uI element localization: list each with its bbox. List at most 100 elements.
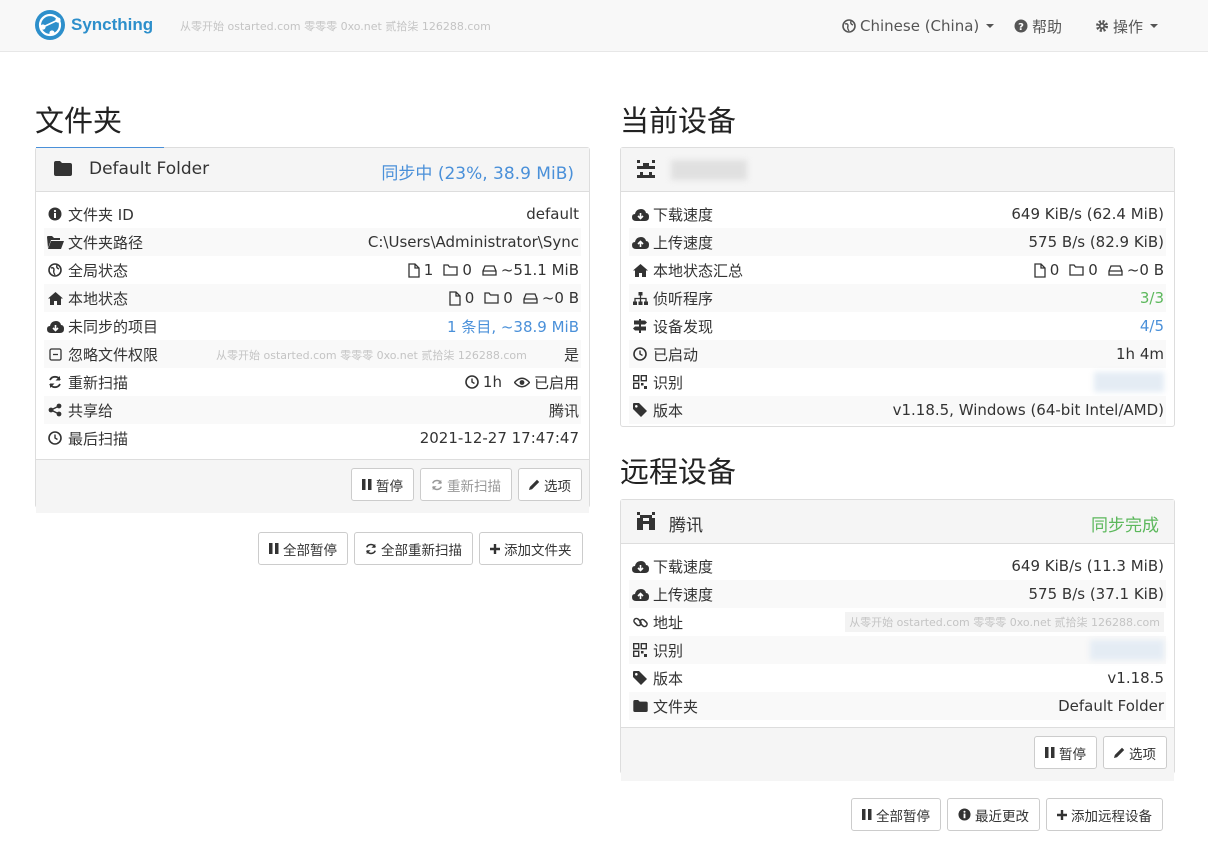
row-label: 下载速度 [653,557,714,576]
remote-device-footer: 暂停 选项 [621,727,1174,781]
actions-dropdown[interactable]: 操作 [1095,0,1159,52]
size-value: ~0 B [541,289,579,307]
pause-device-button[interactable]: 暂停 [1034,736,1097,769]
minus-square-icon [44,347,66,361]
uptime-value: 1h 4m [1116,345,1164,363]
button-label: 选项 [544,478,571,495]
remote-device-name: 腾讯 [669,516,703,536]
row-label: 最后扫描 [68,429,129,448]
device-id-redacted [1090,640,1164,660]
identification-row: 识别 [629,368,1166,396]
add-device-button[interactable]: 添加远程设备 [1046,798,1163,831]
remote-device-details: 下载速度 649 KiB/s (11.3 MiB) 上传速度 575 B/s (… [621,544,1174,720]
watch-status: 已启用 [533,373,579,392]
folder-icon [629,700,651,712]
this-device-header[interactable] [621,148,1174,192]
remote-device-status: 同步完成 [1091,516,1159,536]
brand[interactable]: Syncthing [34,9,153,41]
qrcode-icon [629,643,651,657]
rescan-folder-button[interactable]: 重新扫描 [420,468,512,501]
edit-device-button[interactable]: 选项 [1103,736,1167,769]
remote-folders-value: Default Folder [1058,697,1164,715]
row-label: 共享给 [68,401,114,420]
identification-value[interactable] [1094,372,1164,392]
rescan-interval: 1h [482,373,502,391]
discovery-link[interactable]: 4/5 [1140,317,1164,335]
cloud-upload-icon [629,588,651,601]
folder-panel: Default Folder 同步中 (23%, 38.9 MiB) 文件夹 I… [35,147,590,513]
home-icon [44,291,66,305]
ignore-perms-row: 忽略文件权限 从零开始 ostarted.com 零零零 0xo.net 贰拾柒… [44,340,581,368]
device-identicon-icon [637,160,655,178]
row-label: 侦听程序 [653,289,714,308]
folder-panel-header[interactable]: Default Folder 同步中 (23%, 38.9 MiB) [36,148,589,192]
remote-download-value: 649 KiB/s (11.3 MiB) [1011,557,1164,575]
remote-identification-value[interactable] [1090,640,1164,660]
row-label: 文件夹 ID [68,205,134,224]
upload-rate-value: 575 B/s (82.9 KiB) [1028,233,1165,251]
button-label: 添加文件夹 [504,542,572,559]
language-dropdown[interactable]: Chinese (China) [842,0,995,52]
download-rate-row: 下载速度 649 KiB/s (62.4 MiB) [629,200,1166,228]
file-icon [449,290,461,306]
global-state-value: 1 0 ~51.1 MiB [408,261,579,279]
remote-upload-value: 575 B/s (37.1 KiB) [1028,585,1165,603]
rescan-value: 1h 已启用 [465,372,579,393]
add-folder-button[interactable]: 添加文件夹 [479,532,583,565]
global-state-row: 全局状态 1 0 ~51.1 MiB [44,256,581,284]
pause-all-folders-button[interactable]: 全部暂停 [258,532,348,565]
button-label: 选项 [1129,746,1156,763]
row-label: 全局状态 [68,261,129,280]
button-label: 添加远程设备 [1071,808,1152,825]
dir-count: 0 [462,261,472,279]
rescan-row: 重新扫描 1h 已启用 [44,368,581,396]
row-label: 未同步的项目 [68,317,159,336]
upload-rate-row: 上传速度 575 B/s (82.9 KiB) [629,228,1166,256]
address-row: 地址 从零开始 ostarted.com 零零零 0xo.net 贰拾柒 126… [629,608,1166,636]
help-icon: ? [1014,19,1028,33]
download-rate-value: 649 KiB/s (62.4 MiB) [1011,205,1164,223]
local-summary-row: 本地状态汇总 0 0 ~0 B [629,256,1166,284]
pause-all-devices-button[interactable]: 全部暂停 [851,798,941,831]
chevron-down-icon [986,24,995,28]
file-count: 0 [1049,261,1060,279]
version-row: 版本 v1.18.5, Windows (64-bit Intel/AMD) [629,396,1166,424]
device-actions: 全部暂停 最近更改 添加远程设备 [851,798,1163,831]
row-label: 忽略文件权限 [68,345,159,364]
help-link[interactable]: ? 帮助 [1014,0,1062,52]
size-value: ~0 B [1126,261,1164,279]
this-device-heading: 当前设备 [620,104,737,138]
row-label: 上传速度 [653,233,714,252]
cloud-download-icon [629,560,651,573]
clock-icon [629,347,651,361]
this-device-panel: 下载速度 649 KiB/s (62.4 MiB) 上传速度 575 B/s (… [620,147,1175,427]
plus-icon [1057,809,1067,820]
device-name-redacted [671,160,747,180]
listeners-row: 侦听程序 3/3 [629,284,1166,312]
pause-icon [862,809,872,820]
signpost-icon [629,319,651,333]
pencil-icon [529,479,540,490]
qrcode-icon [629,375,651,389]
chevron-down-icon [1150,24,1159,28]
pause-folder-button[interactable]: 暂停 [351,468,414,501]
remote-device-header[interactable]: 腾讯 同步完成 [621,500,1174,544]
recent-changes-button[interactable]: 最近更改 [947,798,1040,831]
edit-folder-button[interactable]: 选项 [518,468,582,501]
clock-icon [44,431,66,445]
cloud-download-icon [44,320,66,333]
hdd-icon [523,292,538,304]
button-label: 全部暂停 [876,808,930,825]
folder-outline-icon [484,292,499,304]
globe-icon [842,19,856,33]
rescan-all-button[interactable]: 全部重新扫描 [354,532,473,565]
remote-download-row: 下载速度 649 KiB/s (11.3 MiB) [629,552,1166,580]
uptime-row: 已启动 1h 4m [629,340,1166,368]
syncthing-logo-icon [34,9,66,41]
out-of-sync-link[interactable]: 1 条目, ~38.9 MiB [447,316,579,337]
refresh-icon [365,543,377,555]
language-label: Chinese (China) [860,17,980,35]
globe-icon [44,263,66,277]
listeners-link[interactable]: 3/3 [1140,289,1164,307]
row-label: 识别 [653,641,684,660]
